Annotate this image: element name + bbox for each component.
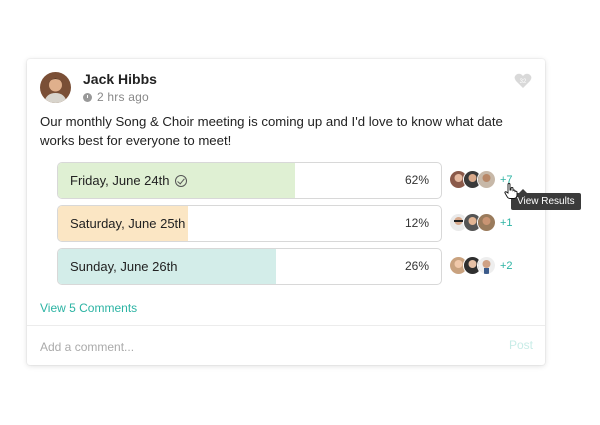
voter-avatar [477,170,496,189]
divider [27,325,545,326]
view-comments-link[interactable]: View 5 Comments [40,301,137,315]
like-heart-icon[interactable]: 32 [513,71,533,91]
poll-option-sunday[interactable]: Sunday, June 26th 26% [57,248,442,285]
author-avatar[interactable] [40,72,71,103]
comment-input[interactable] [40,337,490,357]
post-timestamp: 2 hrs ago [97,90,149,104]
poll-option-friday[interactable]: Friday, June 24th 62% [57,162,442,199]
author-name[interactable]: Jack Hibbs [83,71,157,87]
voters-saturday[interactable]: +1 [449,205,513,240]
poll-option-percent: 12% [404,216,429,230]
hand-pointer-icon [504,183,518,199]
voter-avatar [477,256,496,275]
more-voters-count[interactable]: +1 [500,217,513,229]
voters-friday[interactable]: +7 [449,162,513,197]
post-comment-button[interactable]: Post [509,338,533,352]
poll-option-percent: 62% [404,173,429,187]
clock-icon [83,92,92,102]
poll-option-label: Friday, June 24th [70,173,170,188]
post-meta: 2 hrs ago [83,90,149,104]
voters-sunday[interactable]: +2 [449,248,513,283]
svg-text:32: 32 [520,79,527,85]
poll-option-label: Sunday, June 26th [70,259,178,274]
poll-option-label: Saturday, June 25th [70,216,186,231]
check-circle-icon [175,174,188,187]
voter-avatar [477,213,496,232]
post-body: Our monthly Song & Choir meeting is comi… [40,114,503,148]
post-card: Jack Hibbs 2 hrs ago 32 Our monthly Song… [27,59,545,365]
poll-option-saturday[interactable]: Saturday, June 25th 12% [57,205,442,242]
view-results-tooltip: View Results [511,189,581,210]
more-voters-count[interactable]: +2 [500,260,513,272]
poll-option-percent: 26% [404,259,429,273]
